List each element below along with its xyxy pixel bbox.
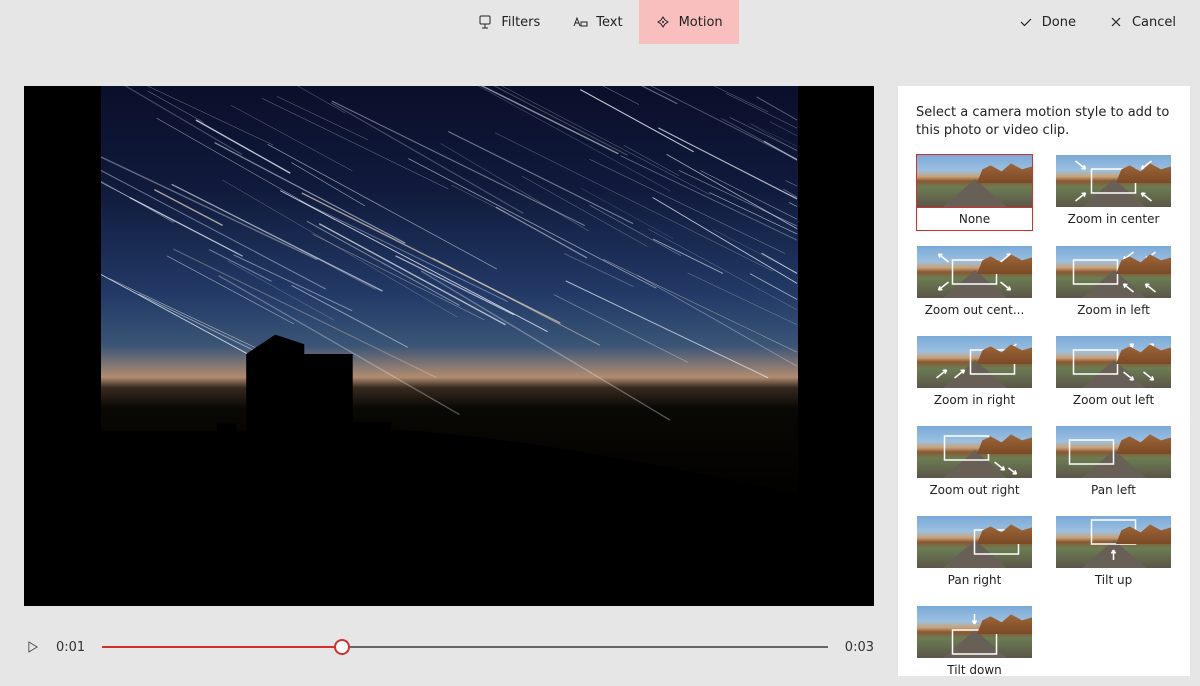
motion-overlay-icon <box>917 606 1032 658</box>
done-label: Done <box>1042 15 1076 30</box>
motion-thumb <box>1056 155 1171 207</box>
motion-option-zoom_out_left[interactable]: Zoom out left <box>1055 335 1172 411</box>
motion-option-zoom_in_center[interactable]: Zoom in center <box>1055 154 1172 231</box>
toolbar: Filters Text Motion <box>0 0 1200 44</box>
motion-thumb <box>917 426 1032 478</box>
motion-option-tilt_up[interactable]: Tilt up <box>1055 515 1172 591</box>
motion-option-label: Zoom in center <box>1055 208 1172 230</box>
text-tab[interactable]: Text <box>556 0 638 44</box>
video-preview[interactable] <box>24 86 874 606</box>
motion-overlay-icon <box>917 155 1032 207</box>
text-label: Text <box>596 15 622 30</box>
cancel-button[interactable]: Cancel <box>1092 0 1192 44</box>
duration: 0:03 <box>842 640 874 655</box>
motion-thumb <box>917 606 1032 658</box>
motion-overlay-icon <box>917 246 1032 298</box>
motion-thumb <box>917 155 1032 207</box>
motion-thumb <box>917 246 1032 298</box>
motion-options-grid: None Zoom in center Zoom out cent... Zoom i… <box>916 154 1172 676</box>
play-button[interactable] <box>24 641 42 653</box>
motion-option-label: Zoom out right <box>916 479 1033 501</box>
motion-thumb <box>1056 516 1171 568</box>
motion-tab[interactable]: Motion <box>639 0 739 44</box>
motion-overlay-icon <box>1056 155 1171 207</box>
motion-option-label: Zoom out cent... <box>916 299 1033 321</box>
check-icon <box>1018 14 1034 30</box>
seek-thumb[interactable] <box>334 639 350 655</box>
motion-thumb <box>1056 336 1171 388</box>
motion-overlay-icon <box>1056 336 1171 388</box>
text-icon <box>572 14 588 30</box>
motion-option-label: Pan left <box>1055 479 1172 501</box>
motion-option-pan_left[interactable]: Pan left <box>1055 425 1172 501</box>
current-time: 0:01 <box>56 640 88 655</box>
motion-option-zoom_out_center[interactable]: Zoom out cent... <box>916 245 1033 321</box>
done-button[interactable]: Done <box>1002 0 1092 44</box>
filters-icon <box>477 14 493 30</box>
motion-overlay-icon <box>917 336 1032 388</box>
motion-option-zoom_out_right[interactable]: Zoom out right <box>916 425 1033 501</box>
motion-option-zoom_in_left[interactable]: Zoom in left <box>1055 245 1172 321</box>
player-controls: 0:01 0:03 <box>24 606 874 662</box>
motion-thumb <box>917 516 1032 568</box>
close-icon <box>1108 14 1124 30</box>
motion-thumb <box>917 336 1032 388</box>
filters-tab[interactable]: Filters <box>461 0 556 44</box>
motion-option-none[interactable]: None <box>916 154 1033 231</box>
motion-option-label: Pan right <box>916 569 1033 591</box>
cancel-label: Cancel <box>1132 15 1176 30</box>
motion-label: Motion <box>679 15 723 30</box>
silhouette-art <box>101 141 798 606</box>
motion-overlay-icon <box>917 516 1032 568</box>
motion-option-label: Zoom out left <box>1055 389 1172 411</box>
motion-thumb <box>1056 426 1171 478</box>
motion-option-label: None <box>916 208 1033 231</box>
preview-pane: 0:01 0:03 <box>0 44 898 686</box>
motion-overlay-icon <box>1056 426 1171 478</box>
motion-option-label: Zoom in right <box>916 389 1033 411</box>
seek-fill <box>102 646 342 648</box>
motion-option-tilt_down[interactable]: Tilt down <box>916 605 1033 676</box>
motion-option-label: Tilt up <box>1055 569 1172 591</box>
motion-overlay-icon <box>917 426 1032 478</box>
motion-option-zoom_in_right[interactable]: Zoom in right <box>916 335 1033 411</box>
seek-bar[interactable] <box>102 637 828 657</box>
play-icon <box>28 641 38 653</box>
filters-label: Filters <box>501 15 540 30</box>
motion-panel: Select a camera motion style to add to t… <box>898 86 1190 676</box>
motion-icon <box>655 14 671 30</box>
motion-overlay-icon <box>1056 516 1171 568</box>
panel-title: Select a camera motion style to add to t… <box>916 104 1172 140</box>
motion-option-label: Zoom in left <box>1055 299 1172 321</box>
motion-overlay-icon <box>1056 246 1171 298</box>
motion-option-pan_right[interactable]: Pan right <box>916 515 1033 591</box>
motion-option-label: Tilt down <box>916 659 1033 676</box>
star-trails-art <box>101 86 798 551</box>
motion-thumb <box>1056 246 1171 298</box>
